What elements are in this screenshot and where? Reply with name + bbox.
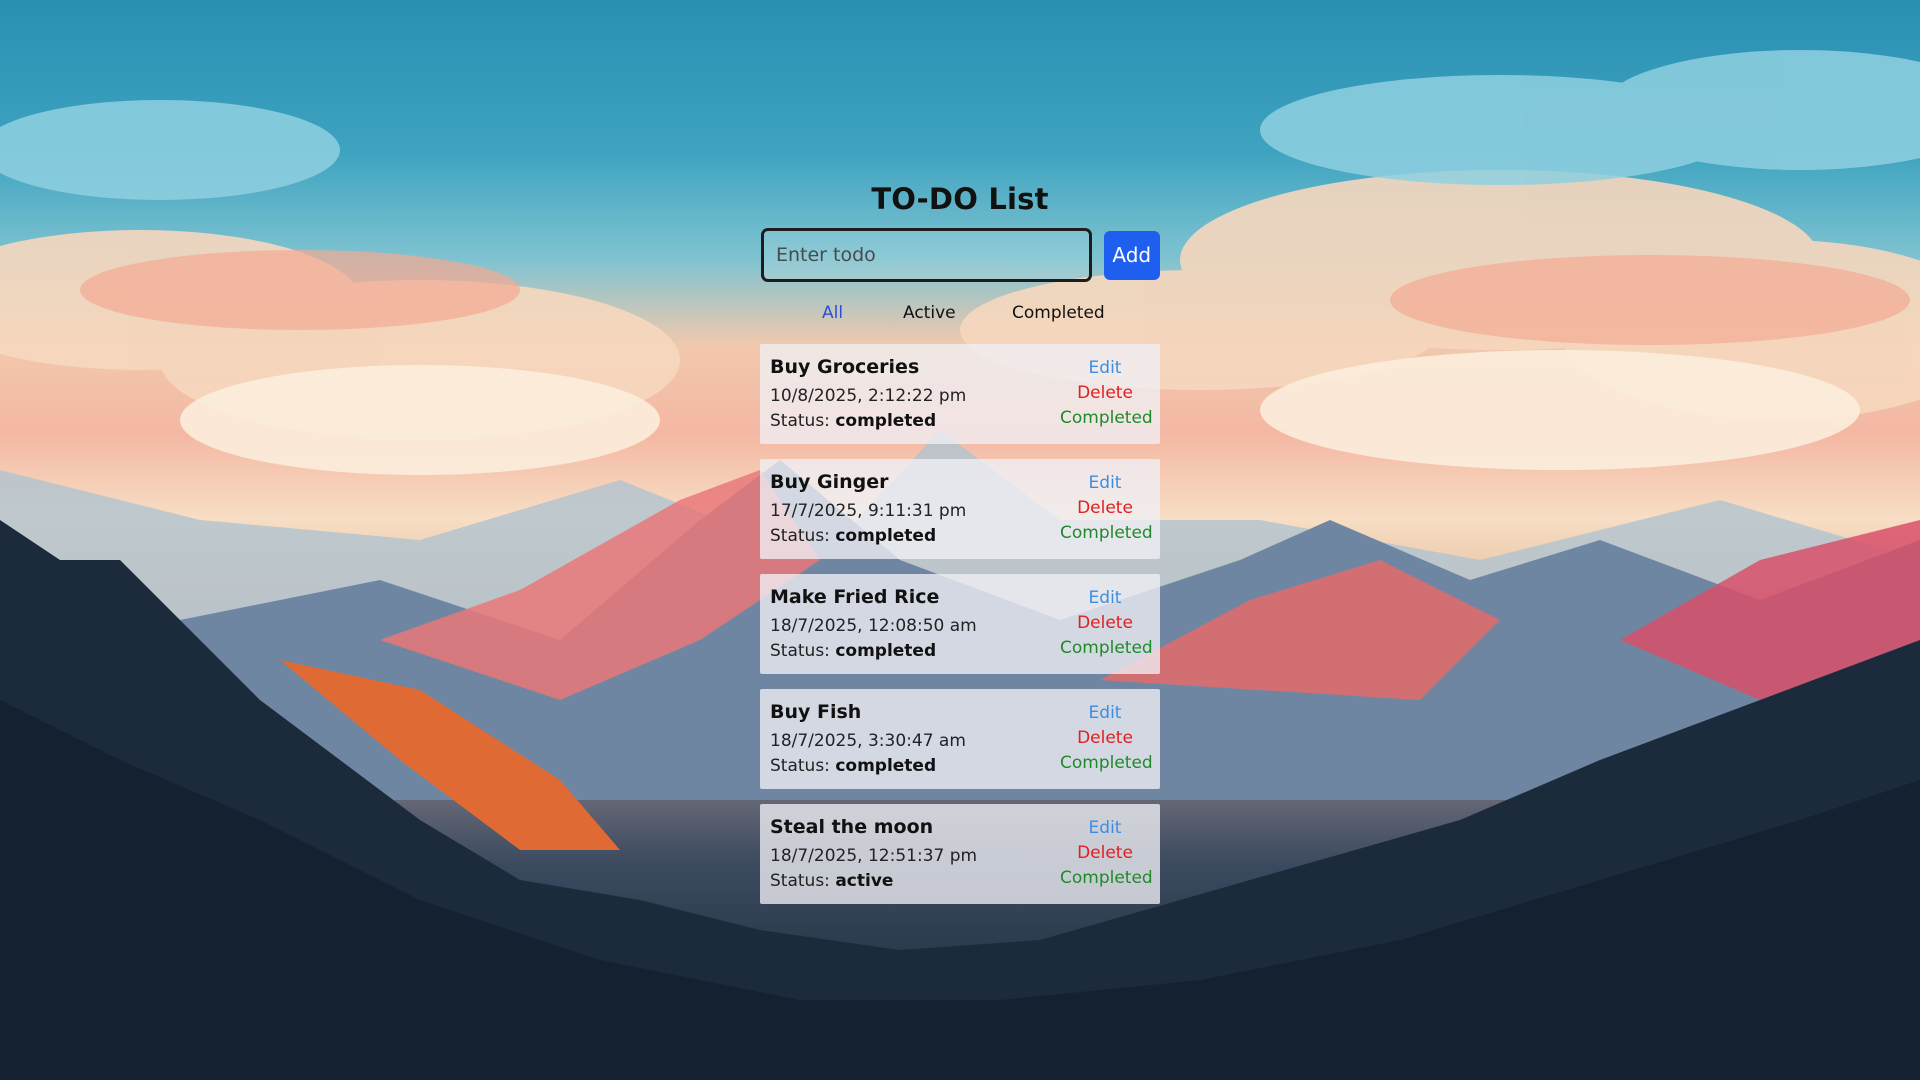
status-value: completed xyxy=(835,411,937,431)
complete-button[interactable]: Completed xyxy=(1060,521,1153,546)
status-label: Status: xyxy=(770,641,830,661)
todo-title: Steal the moon xyxy=(770,816,934,838)
complete-button[interactable]: Completed xyxy=(1060,751,1153,776)
todo-actions: Edit Delete Completed xyxy=(1060,471,1153,546)
filter-completed[interactable]: Completed xyxy=(1012,303,1105,323)
todo-app: TO-DO List Add All Active Completed Buy … xyxy=(760,178,1160,919)
todo-item: Steal the moon 18/7/2025, 12:51:37 pm St… xyxy=(760,804,1160,904)
add-button[interactable]: Add xyxy=(1103,230,1160,280)
todo-date: 10/8/2025, 2:12:22 pm xyxy=(770,386,967,406)
status-label: Status: xyxy=(770,756,830,776)
todo-actions: Edit Delete Completed xyxy=(1060,816,1153,891)
status-label: Status: xyxy=(770,871,830,891)
todo-item: Buy Ginger 17/7/2025, 9:11:31 pm Status:… xyxy=(760,459,1160,559)
todo-title: Buy Ginger xyxy=(770,471,889,493)
add-todo-row: Add xyxy=(761,228,1160,282)
complete-button[interactable]: Completed xyxy=(1060,406,1153,431)
delete-button[interactable]: Delete xyxy=(1060,611,1150,636)
todo-status: Status: active xyxy=(770,871,893,891)
delete-button[interactable]: Delete xyxy=(1060,496,1150,521)
todo-actions: Edit Delete Completed xyxy=(1060,356,1153,431)
todo-date: 17/7/2025, 9:11:31 pm xyxy=(770,501,967,521)
edit-button[interactable]: Edit xyxy=(1060,816,1150,841)
todo-actions: Edit Delete Completed xyxy=(1060,586,1153,661)
status-label: Status: xyxy=(770,411,830,431)
todo-title: Buy Fish xyxy=(770,701,862,723)
complete-button[interactable]: Completed xyxy=(1060,866,1153,891)
delete-button[interactable]: Delete xyxy=(1060,841,1150,866)
todo-status: Status: completed xyxy=(770,641,936,661)
todo-title: Buy Groceries xyxy=(770,356,920,378)
status-value: completed xyxy=(835,641,937,661)
edit-button[interactable]: Edit xyxy=(1060,471,1150,496)
delete-button[interactable]: Delete xyxy=(1060,726,1150,751)
filter-tabs: All Active Completed xyxy=(760,301,1160,325)
page-title: TO-DO List xyxy=(871,182,1049,216)
todo-input[interactable] xyxy=(761,228,1092,282)
todo-title: Make Fried Rice xyxy=(770,586,940,608)
todo-date: 18/7/2025, 3:30:47 am xyxy=(770,731,966,751)
todo-date: 18/7/2025, 12:08:50 am xyxy=(770,616,977,636)
status-value: active xyxy=(835,871,894,891)
status-value: completed xyxy=(835,526,937,546)
edit-button[interactable]: Edit xyxy=(1060,356,1150,381)
complete-button[interactable]: Completed xyxy=(1060,636,1153,661)
todo-status: Status: completed xyxy=(770,756,936,776)
filter-all[interactable]: All xyxy=(822,303,843,323)
todo-item: Buy Groceries 10/8/2025, 2:12:22 pm Stat… xyxy=(760,344,1160,444)
delete-button[interactable]: Delete xyxy=(1060,381,1150,406)
status-label: Status: xyxy=(770,526,830,546)
todo-item: Make Fried Rice 18/7/2025, 12:08:50 am S… xyxy=(760,574,1160,674)
todo-date: 18/7/2025, 12:51:37 pm xyxy=(770,846,978,866)
filter-active[interactable]: Active xyxy=(903,303,956,323)
todo-actions: Edit Delete Completed xyxy=(1060,701,1153,776)
todo-status: Status: completed xyxy=(770,411,936,431)
todo-status: Status: completed xyxy=(770,526,936,546)
edit-button[interactable]: Edit xyxy=(1060,701,1150,726)
status-value: completed xyxy=(835,756,937,776)
edit-button[interactable]: Edit xyxy=(1060,586,1150,611)
todo-list: Buy Groceries 10/8/2025, 2:12:22 pm Stat… xyxy=(760,344,1160,904)
todo-item: Buy Fish 18/7/2025, 3:30:47 am Status: c… xyxy=(760,689,1160,789)
